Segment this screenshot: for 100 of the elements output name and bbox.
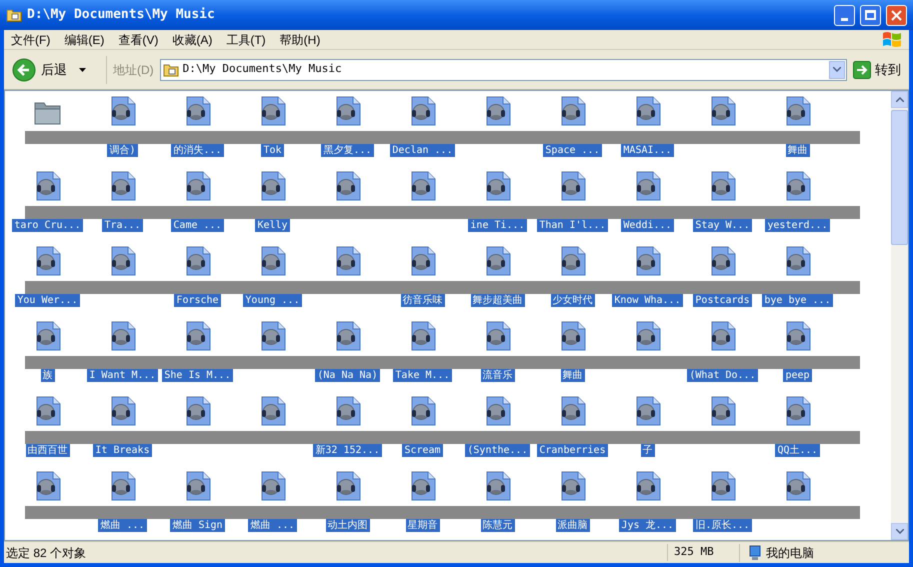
audio-file-icon xyxy=(634,396,662,426)
file-name[interactable]: 调合) xyxy=(107,144,138,157)
caret-icon xyxy=(833,67,841,72)
close-button[interactable] xyxy=(886,4,907,26)
audio-file-icon xyxy=(708,471,736,501)
file-name[interactable]: Take M... xyxy=(393,369,452,382)
file-name[interactable]: bye bye ... xyxy=(762,294,833,307)
audio-file-icon xyxy=(108,396,136,426)
scrollbar[interactable] xyxy=(891,91,908,540)
menu-item[interactable]: 编辑(E) xyxy=(57,30,112,48)
audio-file-icon xyxy=(784,471,812,501)
file-name[interactable]: taro Cru... xyxy=(12,219,83,232)
scroll-down-button[interactable] xyxy=(891,523,908,540)
status-size: 325 MB xyxy=(667,544,739,561)
audio-file-icon xyxy=(558,321,586,351)
file-name[interactable]: Space ... xyxy=(543,144,602,157)
file-name[interactable]: yesterd... xyxy=(765,219,830,232)
file-name[interactable]: 燃曲 ... xyxy=(248,519,297,532)
file-name[interactable]: Than I'l... xyxy=(537,219,608,232)
file-name[interactable]: 陈慧元 xyxy=(480,519,514,532)
file-name[interactable]: 由西百世 xyxy=(26,444,70,457)
audio-file-icon xyxy=(408,321,436,351)
file-name[interactable]: ine Ti... xyxy=(468,219,527,232)
audio-file-icon xyxy=(634,171,662,201)
file-name[interactable]: 舞曲 xyxy=(786,144,810,157)
file-name[interactable]: 彷音乐味 xyxy=(400,294,444,307)
address-text: D:\My Documents\My Music xyxy=(182,61,343,78)
audio-file-icon xyxy=(258,396,286,426)
file-name[interactable]: peep xyxy=(783,369,812,382)
down-caret-icon xyxy=(896,529,904,534)
file-name[interactable]: You Wer... xyxy=(15,294,80,307)
file-name[interactable]: Forsche xyxy=(174,294,221,307)
audio-file-icon xyxy=(108,96,136,126)
audio-file-icon xyxy=(34,246,62,276)
audio-file-icon xyxy=(484,171,512,201)
go-button[interactable]: 转到 xyxy=(853,60,901,80)
audio-file-icon xyxy=(558,171,586,201)
file-name[interactable]: 黑夕复... xyxy=(321,144,374,157)
audio-file-icon xyxy=(258,171,286,201)
file-name[interactable]: 舞步超美曲 xyxy=(470,294,524,307)
file-name[interactable]: QQ土... xyxy=(775,444,820,457)
file-name[interactable]: Declan ... xyxy=(390,144,455,157)
file-name[interactable]: Tra... xyxy=(102,219,143,232)
file-name[interactable]: 动土内图 xyxy=(326,519,370,532)
file-name[interactable]: Cranberries xyxy=(537,444,608,457)
file-name[interactable]: (What Do... xyxy=(687,369,758,382)
file-name[interactable]: (Synthe... xyxy=(465,444,530,457)
audio-file-icon xyxy=(484,96,512,126)
file-name[interactable]: Young ... xyxy=(243,294,302,307)
file-name[interactable]: Scream xyxy=(402,444,443,457)
file-name[interactable]: 少女时代 xyxy=(550,294,594,307)
file-name[interactable]: Weddi... xyxy=(621,219,674,232)
scroll-up-button[interactable] xyxy=(891,91,908,108)
dropdown-button[interactable] xyxy=(829,60,845,78)
file-name[interactable]: MASAI... xyxy=(621,144,674,157)
back-button[interactable]: 后退 xyxy=(12,58,73,82)
audio-file-icon xyxy=(408,246,436,276)
file-name[interactable]: She Is M... xyxy=(162,369,233,382)
minimize-button[interactable] xyxy=(834,4,855,26)
file-name[interactable]: Stay W... xyxy=(693,219,752,232)
file-name[interactable]: 舞曲 xyxy=(560,369,584,382)
file-name[interactable]: 新32 152... xyxy=(313,444,382,457)
file-name[interactable]: 流音乐 xyxy=(480,369,514,382)
audio-file-icon xyxy=(634,96,662,126)
file-name[interactable]: 燃曲 ... xyxy=(98,519,147,532)
file-name[interactable]: 族 xyxy=(40,369,54,382)
audio-file-icon xyxy=(334,471,362,501)
file-name[interactable]: Jys 龙... xyxy=(619,519,676,532)
file-name[interactable]: I Want M... xyxy=(87,369,158,382)
file-name[interactable]: 星期音 xyxy=(406,519,440,532)
audio-file-icon xyxy=(108,471,136,501)
audio-file-icon xyxy=(184,96,212,126)
audio-file-icon xyxy=(108,321,136,351)
file-name[interactable]: 的消失... xyxy=(171,144,224,157)
file-name[interactable]: 派曲脑 xyxy=(556,519,590,532)
menu-item[interactable]: 收藏(A) xyxy=(165,30,220,48)
audio-file-icon xyxy=(258,321,286,351)
dropdown-caret-icon[interactable] xyxy=(79,68,86,72)
menu-item[interactable]: 文件(F) xyxy=(4,30,58,48)
file-name[interactable]: Know Wha... xyxy=(612,294,683,307)
address-field[interactable]: D:\My Documents\My Music xyxy=(160,58,847,80)
scroll-thumb[interactable] xyxy=(891,110,908,245)
menu-item[interactable]: 工具(T) xyxy=(219,30,273,48)
audio-file-icon xyxy=(634,246,662,276)
maximize-button[interactable] xyxy=(860,4,881,26)
audio-file-icon xyxy=(258,246,286,276)
menu-item[interactable]: 帮助(H) xyxy=(272,30,328,48)
file-name[interactable]: It Breaks xyxy=(93,444,152,457)
file-name[interactable]: (Na Na Na) xyxy=(315,369,380,382)
file-name[interactable]: 燃曲 Sign xyxy=(170,519,225,532)
menu-item[interactable]: 查看(V) xyxy=(111,30,166,48)
file-name[interactable]: Kelly xyxy=(255,219,290,232)
file-name[interactable]: 旧.原长... xyxy=(693,519,752,532)
audio-file-icon xyxy=(408,96,436,126)
file-name[interactable]: Postcards xyxy=(693,294,752,307)
audio-file-icon xyxy=(484,321,512,351)
file-name[interactable]: 子 xyxy=(640,444,654,457)
audio-file-icon xyxy=(258,96,286,126)
file-name[interactable]: Tok xyxy=(261,144,284,157)
file-name[interactable]: Came ... xyxy=(171,219,224,232)
